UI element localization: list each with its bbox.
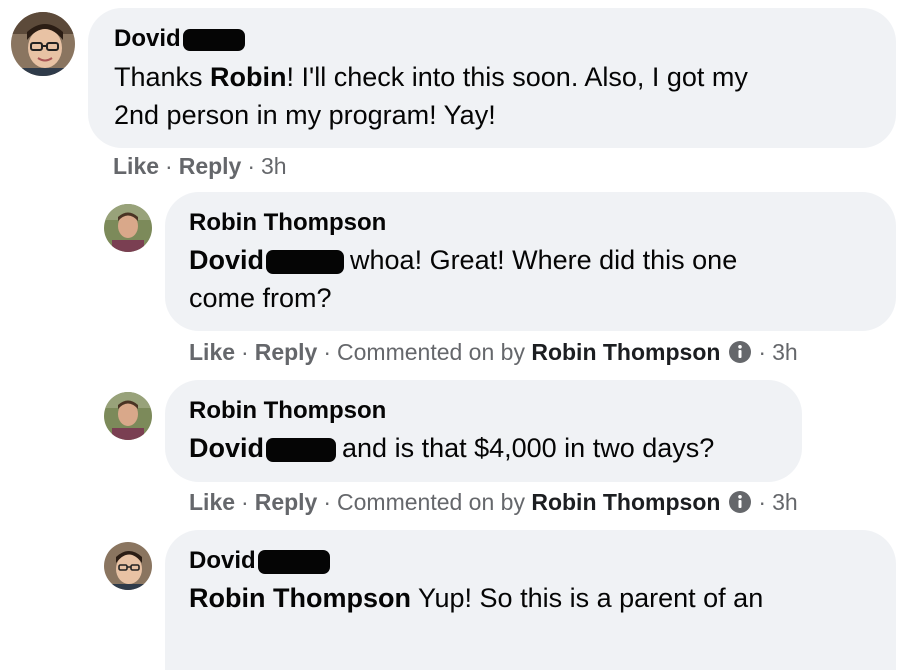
mention-tag[interactable]: Robin Thompson (189, 583, 411, 613)
comment-actions: Like · Reply · Commented on by Robin Thompso… (189, 487, 798, 517)
comment-author-name[interactable]: Dovid (189, 547, 256, 574)
comment-text-part: ! I'll check into this soon. Also, I got… (286, 62, 748, 92)
comment-author[interactable]: Robin Thompson (189, 208, 386, 238)
reply-button[interactable]: Reply (179, 153, 242, 179)
avatar-dovid-image (11, 12, 75, 76)
info-icon[interactable] (728, 340, 752, 364)
timestamp[interactable]: 3h (772, 489, 798, 515)
like-button[interactable]: Like (189, 339, 235, 365)
avatar-robin-image (104, 392, 152, 440)
comment-author-name[interactable]: Dovid (114, 25, 181, 52)
comment-text-part: whoa! Great! Where did this one (350, 245, 738, 275)
timestamp[interactable]: 3h (261, 153, 287, 179)
comment-text-part: Thanks (114, 62, 211, 92)
comment-actions: Like · Reply · 3h (113, 151, 287, 181)
info-icon[interactable] (728, 490, 752, 514)
comment-text-line: 2nd person in my program! Yay! (114, 100, 496, 130)
avatar-robin[interactable] (104, 204, 152, 252)
mention-tag[interactable]: Robin (210, 62, 286, 92)
reply-button[interactable]: Reply (255, 489, 318, 515)
separator: · (247, 153, 256, 179)
commented-on-by-label: Commented on by (337, 489, 525, 515)
avatar-dovid[interactable] (11, 12, 75, 76)
comment-text: Robin Thompson Yup! So this is a parent … (189, 579, 879, 617)
separator: · (758, 489, 767, 515)
separator: · (241, 489, 249, 515)
comment-text: Thanks Robin! I'll check into this soon.… (114, 58, 884, 134)
separator: · (323, 339, 332, 365)
comment-author[interactable]: Dovid (189, 546, 330, 576)
avatar-robin-image (104, 204, 152, 252)
comment-text-part: Yup! So this is a parent of an (417, 583, 764, 613)
comment-text: Dovid whoa! Great! Where did this one com… (189, 241, 879, 317)
avatar-dovid-image (104, 542, 152, 590)
redaction-mark (257, 549, 330, 574)
comment-bubble-1: Dovid Thanks Robin! I'll check into this… (88, 8, 896, 148)
like-button[interactable]: Like (189, 489, 235, 515)
separator: · (241, 339, 249, 365)
avatar-robin[interactable] (104, 392, 152, 440)
comment-bubble-2: Robin Thompson Dovid whoa! Great! Where d… (165, 192, 896, 331)
avatar-dovid[interactable] (104, 542, 152, 590)
commenter-name-link[interactable]: Robin Thompson (531, 489, 720, 515)
commenter-name-link[interactable]: Robin Thompson (531, 339, 720, 365)
mention-tag[interactable]: Dovid (189, 433, 264, 463)
redaction-mark (266, 249, 345, 274)
comment-text: Dovid and is that $4,000 in two days? (189, 429, 789, 467)
redaction-mark (266, 437, 337, 462)
separator: · (165, 153, 173, 179)
mention-tag[interactable]: Dovid (189, 245, 264, 275)
comment-text-line: come from? (189, 283, 332, 313)
comment-actions: Like · Reply · Commented on by Robin Thompso… (189, 337, 798, 367)
comment-author[interactable]: Robin Thompson (189, 396, 386, 426)
comment-bubble-3: Robin Thompson Dovid and is that $4,000 i… (165, 380, 802, 482)
comment-bubble-4: Dovid Robin Thompson Yup! So this is a p… (165, 530, 896, 670)
timestamp[interactable]: 3h (772, 339, 798, 365)
reply-button[interactable]: Reply (255, 339, 318, 365)
comment-text-part: and is that $4,000 in two days? (342, 433, 715, 463)
comment-author[interactable]: Dovid (114, 24, 245, 54)
redaction-mark (182, 28, 245, 51)
separator: · (758, 339, 767, 365)
commented-on-by-label: Commented on by (337, 339, 525, 365)
separator: · (323, 489, 332, 515)
like-button[interactable]: Like (113, 153, 159, 179)
